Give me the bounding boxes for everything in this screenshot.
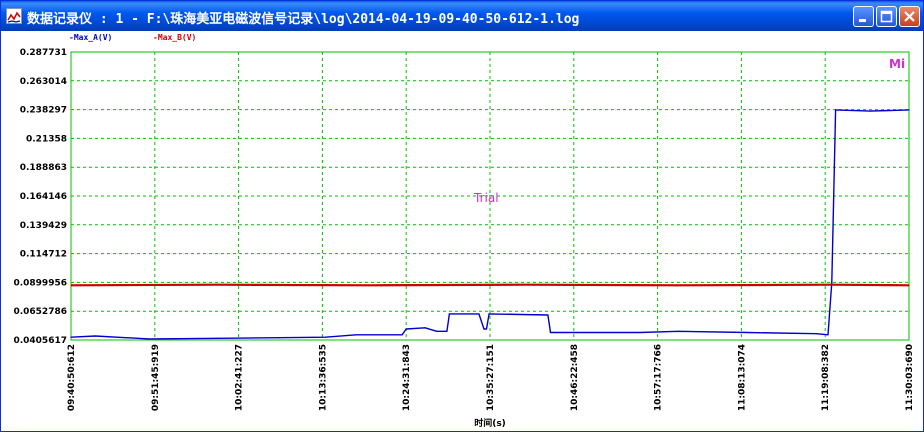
data-point bbox=[746, 331, 749, 334]
close-icon bbox=[904, 11, 915, 22]
data-point bbox=[217, 284, 219, 286]
data-point bbox=[639, 331, 641, 334]
data-point bbox=[483, 328, 485, 330]
y-tick-label: 0.188863 bbox=[20, 163, 67, 173]
data-point bbox=[485, 328, 488, 330]
app-icon bbox=[6, 8, 22, 24]
x-tick-label: 11:19:08:382 bbox=[821, 344, 831, 411]
x-tick-label: 10:46:22:458 bbox=[570, 344, 580, 411]
y-tick-label: 0.0405617 bbox=[13, 336, 67, 346]
data-point bbox=[278, 337, 280, 339]
data-point bbox=[677, 330, 679, 332]
y-tick-label: 0.0652786 bbox=[13, 307, 67, 317]
x-axis-label: 时间(s) bbox=[474, 417, 506, 429]
y-tick-label: 0.21358 bbox=[26, 134, 67, 144]
data-point bbox=[549, 331, 552, 334]
y-tick-label: 0.0899956 bbox=[13, 278, 67, 288]
data-point bbox=[835, 109, 837, 111]
data-point bbox=[94, 335, 96, 337]
data-point bbox=[547, 314, 549, 316]
data-point bbox=[448, 313, 451, 315]
data-point bbox=[677, 284, 679, 286]
legend: -Max_A(V) -Max_B(V) bbox=[69, 33, 196, 42]
maximize-icon bbox=[880, 10, 893, 23]
data-point bbox=[815, 333, 818, 335]
y-tick-label: 0.164146 bbox=[20, 192, 67, 202]
data-point bbox=[524, 284, 526, 286]
y-axis-ticks: 0.287731 0.263014 0.238297 0.21358 0.188863 0… bbox=[13, 48, 67, 346]
x-tick-label: 10:02:41:227 bbox=[235, 344, 245, 411]
data-point bbox=[217, 337, 219, 339]
data-point bbox=[70, 284, 72, 286]
data-point bbox=[324, 336, 327, 338]
x-tick-label: 10:57:17:766 bbox=[654, 344, 664, 411]
data-point bbox=[478, 313, 480, 315]
x-tick-label: 09:51:45:919 bbox=[151, 344, 161, 411]
series-line-max-b bbox=[70, 283, 910, 287]
watermark-text: Trial bbox=[473, 191, 499, 205]
x-tick-label: 11:08:13:074 bbox=[737, 344, 747, 411]
data-point bbox=[370, 284, 373, 286]
chart: -Max_A(V) -Max_B(V) 0.287731 0.263014 0.23… bbox=[13, 33, 915, 429]
data-point bbox=[869, 110, 871, 112]
title-bar[interactable]: 数据记录仪 : 1 - F:\珠海美亚电磁波信号记录\log\2014-04-1… bbox=[1, 1, 923, 31]
x-tick-label: 10:35:27:151 bbox=[486, 344, 496, 411]
y-tick-label: 0.114712 bbox=[20, 250, 67, 260]
y-tick-label: 0.238297 bbox=[20, 106, 67, 116]
x-tick-label: 10:24:31:843 bbox=[402, 344, 412, 411]
x-tick-label: 11:30:03:690 bbox=[905, 344, 915, 411]
x-axis-ticks: 09:40:50:612 09:51:45:919 10:02:41:227 10:1… bbox=[67, 344, 915, 411]
close-button[interactable] bbox=[899, 6, 920, 27]
x-tick-label: 10:13:36:535 bbox=[318, 344, 328, 411]
data-point bbox=[827, 334, 829, 336]
data-point bbox=[355, 334, 357, 336]
corner-mark: Mi bbox=[889, 57, 905, 71]
data-point bbox=[401, 334, 403, 336]
data-point bbox=[908, 109, 910, 111]
data-point bbox=[831, 284, 833, 286]
minimize-button[interactable] bbox=[853, 6, 874, 27]
data-point bbox=[424, 327, 426, 329]
maximize-button[interactable] bbox=[876, 6, 897, 27]
data-point bbox=[831, 281, 833, 283]
y-tick-label: 0.263014 bbox=[20, 77, 67, 87]
legend-entry-max-a: -Max_A(V) bbox=[69, 33, 112, 42]
legend-entry-max-b: -Max_B(V) bbox=[153, 33, 196, 42]
y-tick-label: 0.139429 bbox=[20, 221, 67, 231]
data-point bbox=[446, 330, 448, 332]
data-point bbox=[70, 336, 72, 338]
data-point bbox=[488, 313, 490, 315]
app-window: 数据记录仪 : 1 - F:\珠海美亚电磁波信号记录\log\2014-04-1… bbox=[0, 0, 924, 432]
y-tick-label: 0.287731 bbox=[20, 48, 67, 58]
x-tick-label: 09:40:50:612 bbox=[67, 344, 77, 411]
window-title: 数据记录仪 : 1 - F:\珠海美亚电磁波信号记录\log\2014-04-1… bbox=[27, 12, 580, 27]
data-point bbox=[908, 284, 910, 286]
data-point bbox=[405, 328, 407, 330]
data-point bbox=[436, 330, 438, 332]
minimize-icon bbox=[859, 19, 866, 22]
data-point bbox=[148, 338, 150, 340]
